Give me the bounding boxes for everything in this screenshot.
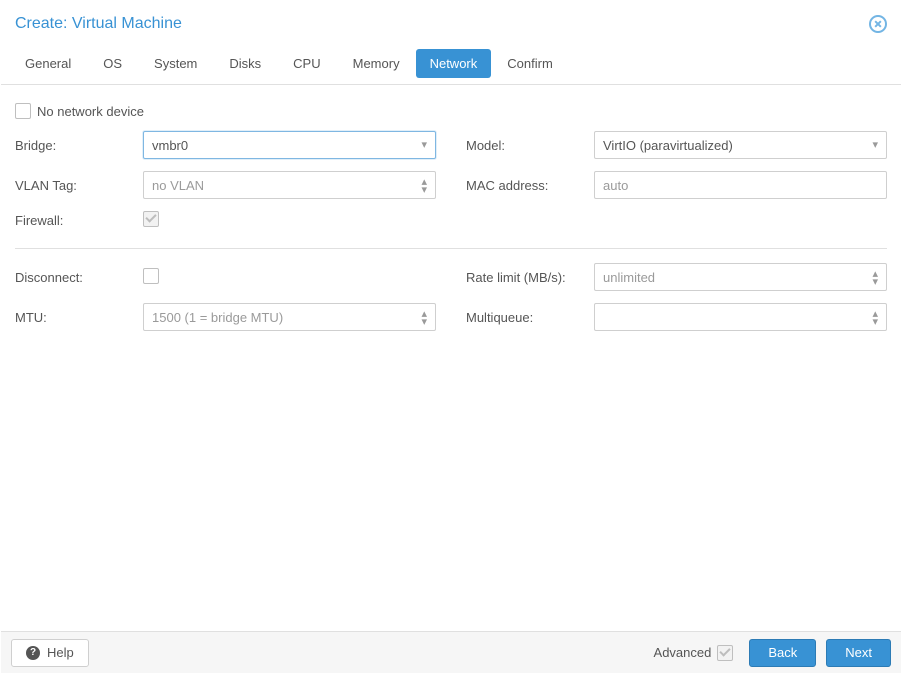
rate-input[interactable]: unlimited ▴▾ [594, 263, 887, 291]
chevron-down-icon: ▾ [421, 140, 427, 151]
mtu-field: MTU: 1500 (1 = bridge MTU) ▴▾ [15, 303, 436, 331]
advanced-label: Advanced [654, 645, 712, 660]
disconnect-checkbox[interactable] [143, 268, 159, 284]
vlan-label: VLAN Tag: [15, 178, 143, 193]
rate-field: Rate limit (MB/s): unlimited ▴▾ [466, 263, 887, 291]
rate-label: Rate limit (MB/s): [466, 270, 594, 285]
model-select[interactable]: VirtIO (paravirtualized) ▾ [594, 131, 887, 159]
firewall-label: Firewall: [15, 213, 143, 228]
spinner-icon: ▴▾ [872, 309, 878, 325]
divider [15, 248, 887, 249]
disconnect-label: Disconnect: [15, 270, 143, 285]
tab-os[interactable]: OS [87, 46, 138, 81]
multiqueue-input[interactable]: ▴▾ [594, 303, 887, 331]
chevron-down-icon: ▾ [872, 140, 878, 151]
window-title: Create: Virtual Machine [15, 15, 182, 33]
spinner-icon: ▴▾ [872, 269, 878, 285]
advanced-toggle[interactable]: Advanced [654, 645, 740, 661]
tab-cpu[interactable]: CPU [277, 46, 336, 81]
mac-input[interactable]: auto [594, 171, 887, 199]
tab-network[interactable]: Network [416, 49, 492, 78]
multiqueue-label: Multiqueue: [466, 310, 594, 325]
tab-confirm[interactable]: Confirm [491, 46, 569, 81]
vlan-field: VLAN Tag: no VLAN ▴▾ [15, 171, 436, 199]
no-network-row: No network device [15, 97, 887, 131]
disconnect-field: Disconnect: [15, 263, 436, 291]
spinner-icon: ▴▾ [421, 177, 427, 193]
help-icon: ? [26, 646, 40, 660]
mac-label: MAC address: [466, 178, 594, 193]
bridge-select[interactable]: vmbr0 ▾ [143, 131, 436, 159]
vlan-value: no VLAN [152, 178, 204, 193]
no-network-checkbox[interactable] [15, 103, 31, 119]
next-button[interactable]: Next [826, 639, 891, 667]
tab-system[interactable]: System [138, 46, 213, 81]
close-icon[interactable] [869, 15, 887, 33]
mtu-input[interactable]: 1500 (1 = bridge MTU) ▴▾ [143, 303, 436, 331]
mac-value: auto [603, 178, 628, 193]
form-grid-lower: Disconnect: Rate limit (MB/s): unlimited… [15, 263, 887, 343]
back-button[interactable]: Back [749, 639, 816, 667]
bridge-label: Bridge: [15, 138, 143, 153]
titlebar: Create: Virtual Machine [1, 1, 901, 43]
tab-memory[interactable]: Memory [337, 46, 416, 81]
tab-content: No network device Bridge: vmbr0 ▾ Model:… [1, 85, 901, 631]
tab-disks[interactable]: Disks [213, 46, 277, 81]
mtu-label: MTU: [15, 310, 143, 325]
multiqueue-field: Multiqueue: ▴▾ [466, 303, 887, 331]
wizard-tabs: General OS System Disks CPU Memory Netwo… [1, 43, 901, 85]
firewall-field: Firewall: [15, 211, 436, 230]
model-field: Model: VirtIO (paravirtualized) ▾ [466, 131, 887, 159]
mac-field: MAC address: auto [466, 171, 887, 199]
wizard-window: Create: Virtual Machine General OS Syste… [0, 0, 902, 674]
bridge-field: Bridge: vmbr0 ▾ [15, 131, 436, 159]
advanced-checkbox[interactable] [717, 645, 733, 661]
no-network-label: No network device [37, 104, 144, 119]
model-label: Model: [466, 138, 594, 153]
bridge-value: vmbr0 [152, 138, 188, 153]
spinner-icon: ▴▾ [421, 309, 427, 325]
firewall-checkbox[interactable] [143, 211, 159, 227]
help-button[interactable]: ? Help [11, 639, 89, 667]
tab-general[interactable]: General [9, 46, 87, 81]
model-value: VirtIO (paravirtualized) [603, 138, 733, 153]
mtu-value: 1500 (1 = bridge MTU) [152, 310, 283, 325]
vlan-input[interactable]: no VLAN ▴▾ [143, 171, 436, 199]
form-grid-upper: Bridge: vmbr0 ▾ Model: VirtIO (paravirtu… [15, 131, 887, 242]
rate-value: unlimited [603, 270, 655, 285]
help-label: Help [47, 645, 74, 660]
footer: ? Help Advanced Back Next [1, 631, 901, 673]
